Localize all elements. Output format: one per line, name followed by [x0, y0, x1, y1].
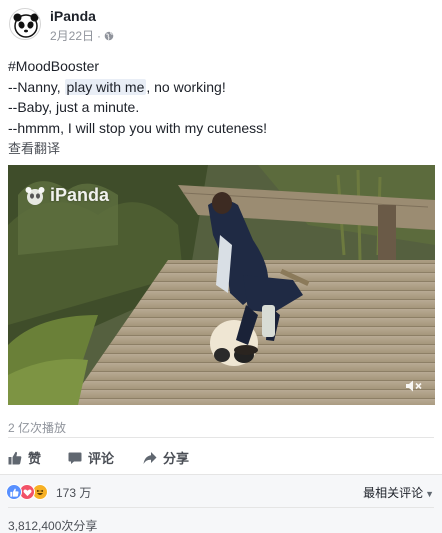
- comment-button[interactable]: 评论: [68, 448, 114, 467]
- post-hashtag[interactable]: #MoodBooster: [8, 56, 436, 77]
- see-translation-link[interactable]: 查看翻译: [8, 138, 60, 157]
- like-reaction-icon: [6, 484, 22, 500]
- globe-icon: [104, 31, 114, 40]
- speaker-muted-icon[interactable]: [405, 379, 423, 393]
- footer-divider: [8, 507, 434, 508]
- share-button[interactable]: 分享: [143, 448, 189, 467]
- page-avatar[interactable]: [9, 8, 41, 40]
- video-watermark: iPanda: [24, 185, 109, 206]
- post-footer: 173 万 最相关评论 ▼ 3,812,400次分享: [0, 474, 442, 533]
- meta-dot: ·: [97, 28, 102, 43]
- panda-watermark-icon: [25, 186, 45, 205]
- like-button[interactable]: 赞: [8, 448, 41, 467]
- post-body: #MoodBooster --Nanny, play with me, no w…: [8, 56, 436, 138]
- watermark-text: iPanda: [50, 185, 110, 205]
- share-arrow-icon: [143, 451, 157, 464]
- laughing-face-icon: [36, 489, 44, 495]
- mini-thumbs-up-icon: [9, 488, 19, 497]
- share-count[interactable]: 3,812,400次分享: [8, 517, 97, 533]
- comment-bubble-icon: [68, 452, 82, 464]
- page-name-link[interactable]: iPanda: [50, 8, 96, 24]
- post-header: iPanda 2月22日 ·: [0, 0, 442, 48]
- comment-sort-label: 最相关评论: [363, 486, 424, 500]
- share-label: 分享: [163, 451, 190, 466]
- heart-icon: [22, 489, 32, 496]
- post-meta: 2月22日 ·: [50, 27, 114, 44]
- post-line-1: --Nanny, play with me, no working!: [8, 77, 436, 98]
- post-actions-bar: 赞 评论 分享: [0, 444, 442, 470]
- post-date[interactable]: 2月22日: [50, 27, 94, 44]
- post-line-1-post: , no working!: [146, 78, 226, 95]
- caret-down-icon: ▼: [425, 489, 434, 499]
- reaction-count[interactable]: 173 万: [56, 484, 91, 501]
- like-label: 赞: [28, 451, 42, 466]
- actions-divider: [8, 437, 434, 438]
- post-line-2: --Baby, just a minute.: [8, 99, 140, 115]
- post-line-3: --hmmm, I will stop you with my cuteness…: [8, 119, 268, 136]
- comment-label: 评论: [88, 451, 115, 466]
- comment-sort-dropdown[interactable]: 最相关评论 ▼: [363, 484, 434, 501]
- view-count: 2 亿次播放: [8, 421, 67, 435]
- post-line-1-pre: --Nanny,: [8, 78, 65, 95]
- reaction-icons[interactable]: [6, 484, 48, 500]
- thumbs-up-icon: [8, 451, 22, 464]
- panda-logo-icon: [13, 13, 39, 38]
- video-player[interactable]: iPanda: [8, 165, 435, 405]
- post-line-1-highlight: play with me: [64, 78, 147, 95]
